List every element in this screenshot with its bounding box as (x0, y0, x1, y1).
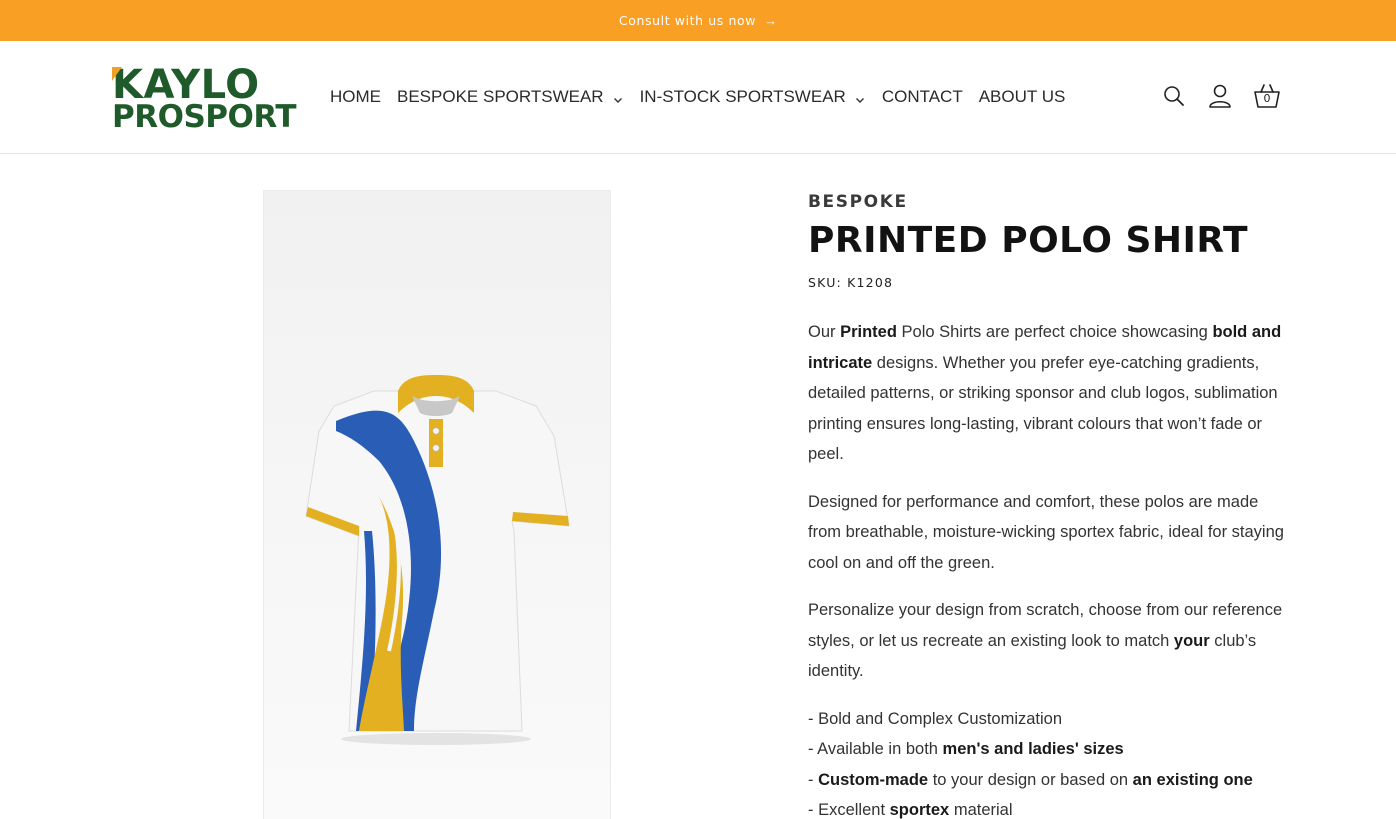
feature-item: - Custom-made to your design or based on… (808, 765, 1288, 796)
nav-item-label: HOME (330, 87, 381, 106)
nav-item-contact[interactable]: CONTACT (882, 87, 963, 107)
bold-text: your (1173, 631, 1210, 650)
bold-text: sportex (889, 801, 950, 819)
text-run: Our (808, 323, 841, 341)
product-eyebrow: BESPOKE (808, 192, 908, 212)
logo-line2: PROSPORT (112, 99, 296, 135)
product-title: PRINTED POLO SHIRT (808, 220, 1249, 261)
nav-item-label: BESPOKE SPORTSWEAR (397, 87, 604, 106)
cart-icon[interactable]: 0 (1253, 83, 1281, 109)
nav-item-label: ABOUT US (978, 87, 1066, 106)
description-paragraph: Our Printed Polo Shirts are perfect choi… (808, 317, 1288, 470)
bold-text: Printed (840, 323, 897, 341)
product-info: BESPOKE PRINTED POLO SHIRT SKU: K1208 Ou… (808, 192, 1288, 819)
text-run: - Bold and Complex Customization (808, 709, 1063, 728)
main-nav: HOME BESPOKE SPORTSWEAR IN-STOCK SPORTSWEA… (330, 87, 1065, 107)
feature-item: - Bold and Complex Customization (808, 704, 1288, 735)
text-run: material (949, 801, 1013, 819)
product-features: - Bold and Complex Customization - Availa… (808, 704, 1288, 819)
product-image[interactable] (263, 190, 611, 819)
cart-count: 0 (1263, 92, 1271, 105)
nav-item-label: IN-STOCK SPORTSWEAR (639, 87, 846, 106)
text-run: - Excellent (808, 801, 890, 819)
brand-logo[interactable]: KAYLO PROSPORT (112, 65, 296, 135)
product-description: Our Printed Polo Shirts are perfect choi… (808, 317, 1288, 687)
arrow-right-icon: → (764, 13, 778, 28)
feature-item: - Excellent sportex material (808, 795, 1288, 819)
chevron-down-icon (854, 91, 866, 103)
description-paragraph: Designed for performance and comfort, th… (808, 487, 1288, 579)
account-icon[interactable] (1207, 83, 1233, 109)
nav-item-about-us[interactable]: ABOUT US (979, 87, 1066, 107)
bold-text: an existing one (1132, 770, 1253, 789)
description-paragraph: Personalize your design from scratch, ch… (808, 595, 1288, 687)
polo-shirt-illustration (305, 375, 570, 745)
site-header: KAYLO PROSPORT HOME BESPOKE SPORTSWEAR IN-… (0, 41, 1396, 154)
nav-item-home[interactable]: HOME (330, 87, 381, 107)
search-icon[interactable] (1161, 83, 1187, 109)
text-run: designs. Whether you prefer eye-catching… (808, 353, 1278, 464)
nav-item-label: CONTACT (881, 87, 963, 106)
chevron-down-icon (612, 91, 624, 103)
text-run: - (808, 770, 819, 789)
text-run: Polo Shirts are perfect choice showcasin… (896, 323, 1213, 341)
nav-item-in-stock-sportswear[interactable]: IN-STOCK SPORTSWEAR (640, 87, 866, 107)
announcement-text[interactable]: Consult with us now (619, 13, 756, 28)
announcement-bar[interactable]: Consult with us now → (0, 0, 1396, 41)
feature-item: - Available in both men's and ladies' si… (808, 734, 1288, 765)
nav-item-bespoke-sportswear[interactable]: BESPOKE SPORTSWEAR (397, 87, 624, 107)
bold-text: men's and ladies' sizes (942, 740, 1124, 758)
text-run: - Available in both (808, 740, 943, 758)
product-sku: SKU: K1208 (808, 275, 894, 290)
text-run: to your design or based on (928, 770, 1133, 789)
bold-text: Custom-made (818, 770, 929, 789)
text-run: Designed for performance and comfort, th… (808, 492, 1284, 572)
